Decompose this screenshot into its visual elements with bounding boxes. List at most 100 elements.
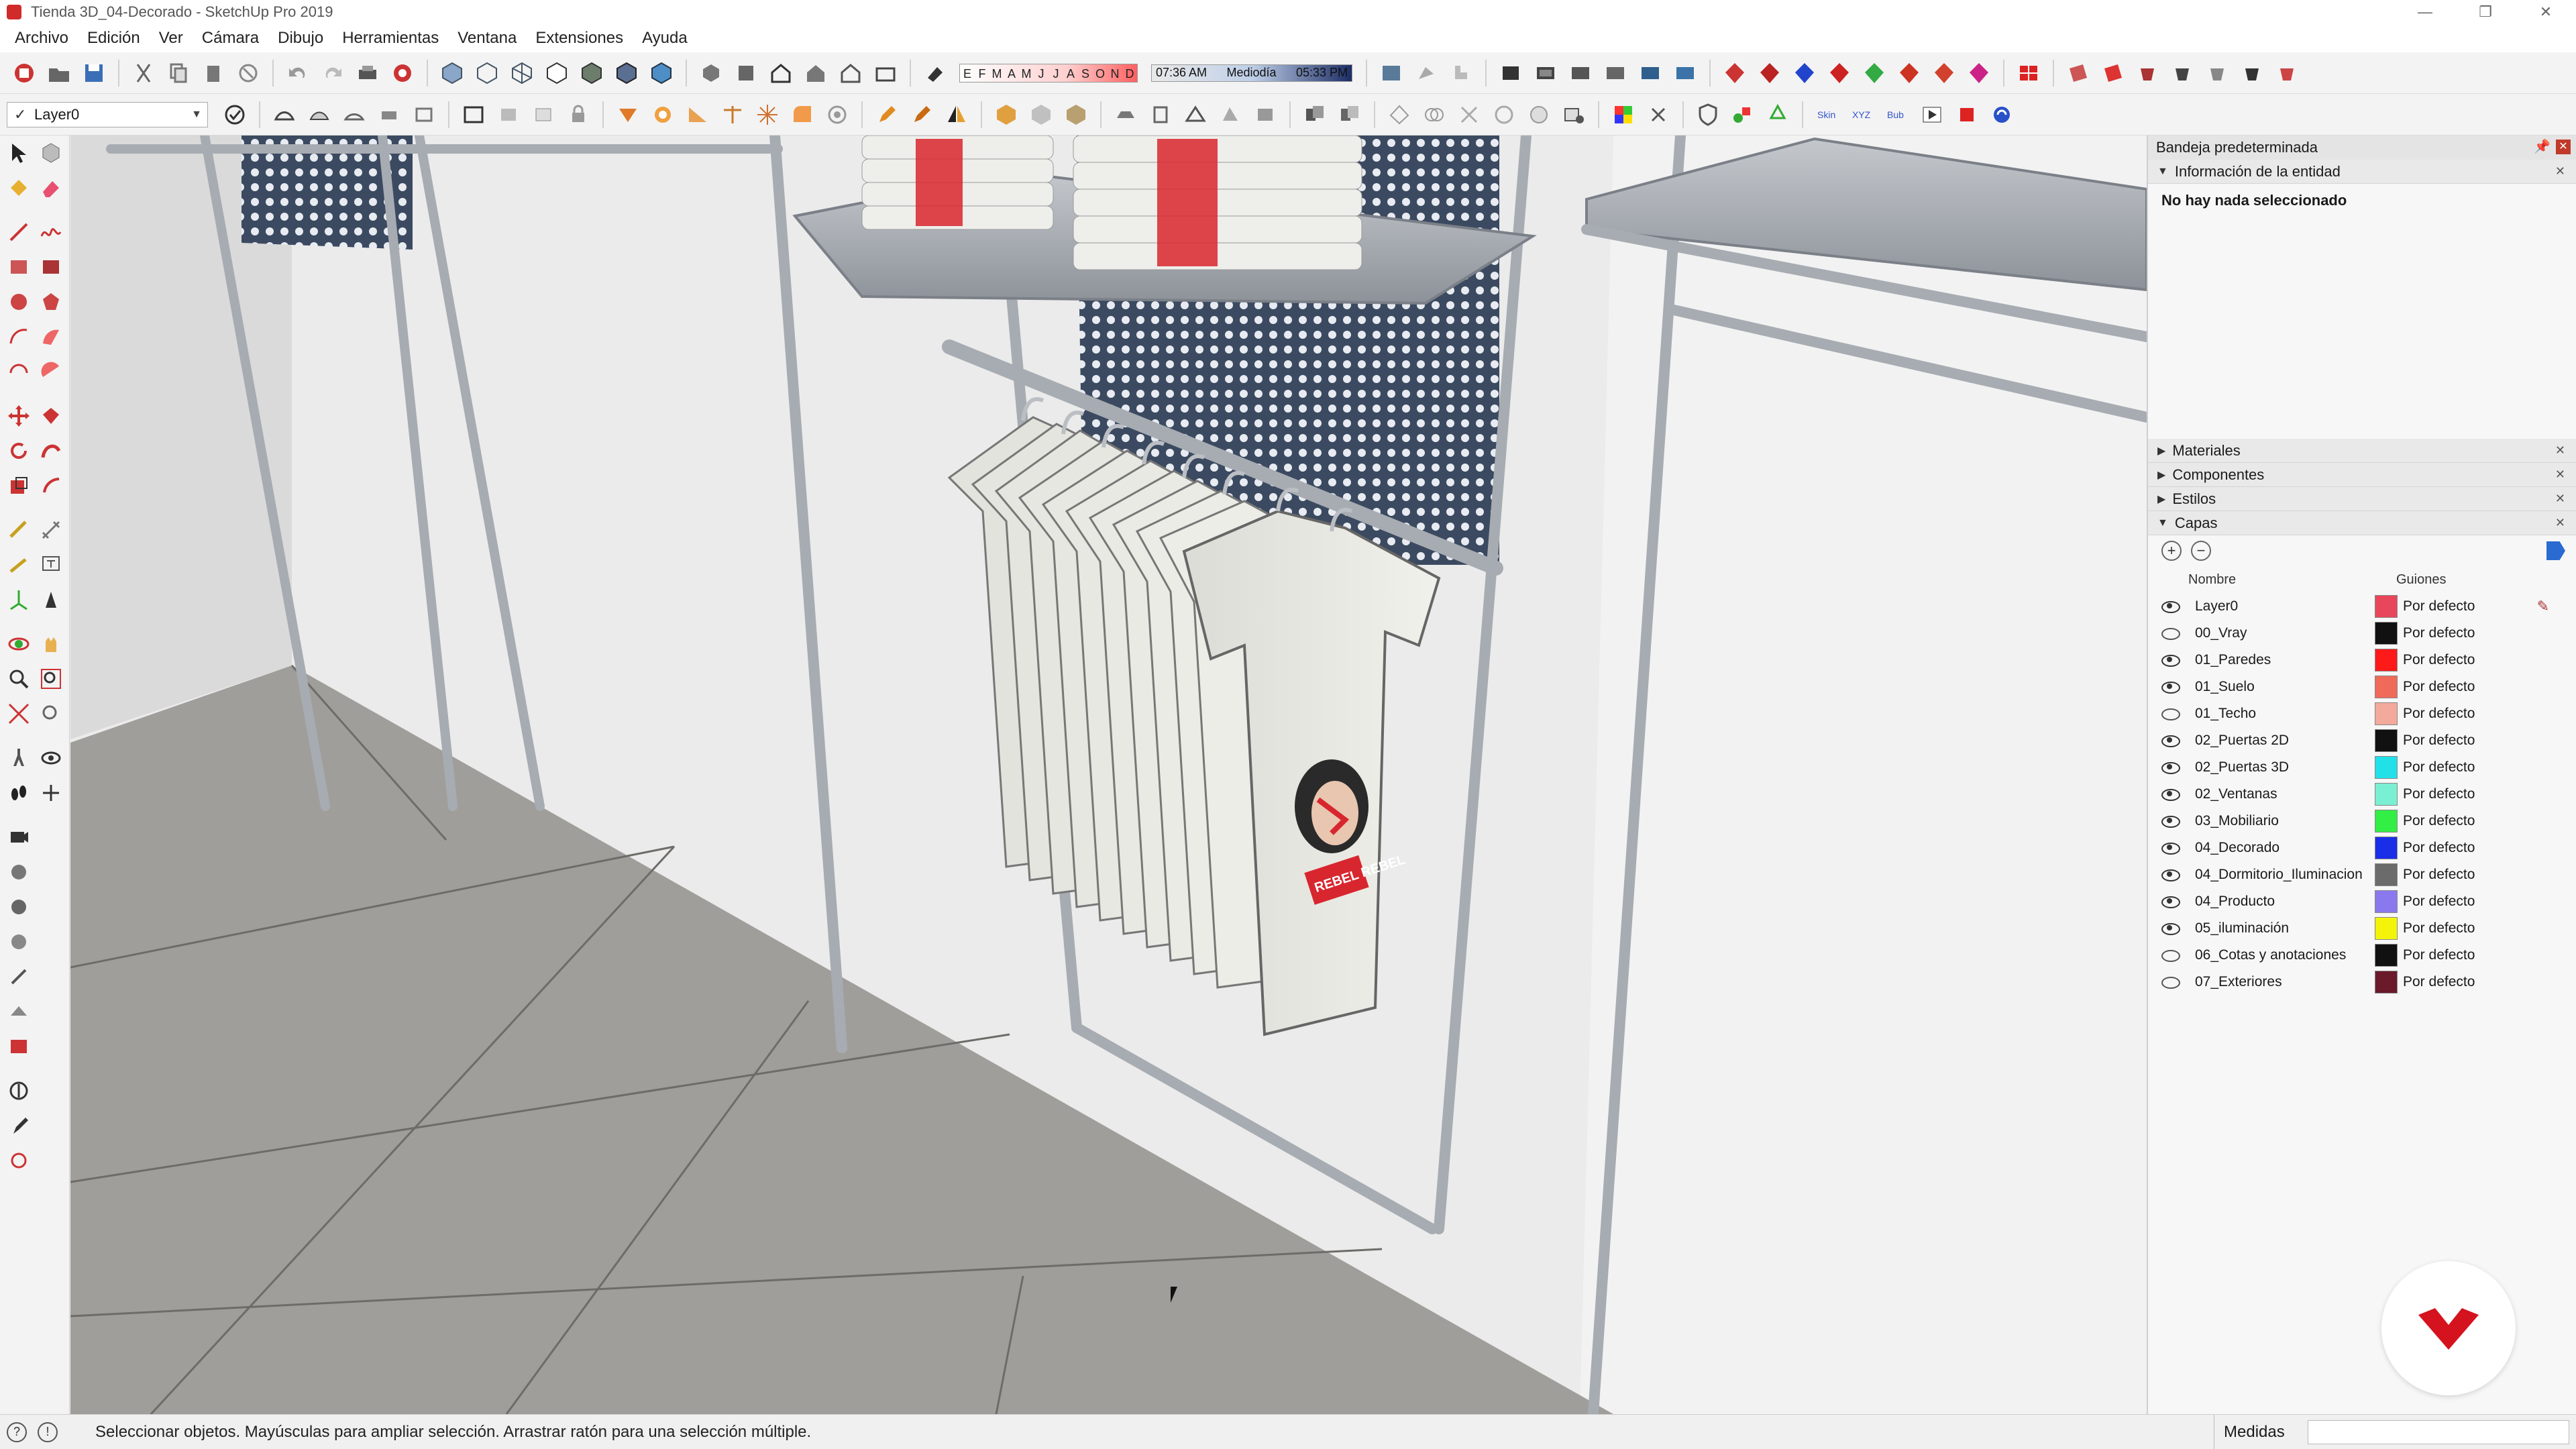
section-fill-icon[interactable] <box>528 99 559 130</box>
section-plane-icon[interactable] <box>1495 58 1526 89</box>
three-point-arc-icon[interactable] <box>4 357 34 386</box>
visibility-eye-icon[interactable] <box>2161 601 2180 613</box>
layer-color-swatch[interactable] <box>2375 944 2398 967</box>
vray-render-icon[interactable] <box>1530 58 1561 89</box>
visibility-eye-icon[interactable] <box>2161 816 2180 828</box>
walk-icon[interactable] <box>4 743 34 773</box>
3d-warehouse-icon[interactable] <box>1376 58 1407 89</box>
play-icon[interactable] <box>1917 99 1947 130</box>
share-model-icon[interactable] <box>1411 58 1442 89</box>
layer-name[interactable]: 02_Ventanas <box>2195 786 2369 802</box>
layer-dropdown[interactable]: ✓ Layer0 ▼ <box>7 101 208 127</box>
layer-row[interactable]: Layer0 Por defecto ✎ <box>2148 593 2576 620</box>
sandbox-drape-icon[interactable] <box>409 99 439 130</box>
vray-mesh-light-icon[interactable] <box>1929 58 1960 89</box>
vray-clipper-icon[interactable] <box>2133 58 2163 89</box>
layer-name[interactable]: 04_Dormitorio_Iluminacion <box>2195 867 2369 883</box>
close-panel-icon[interactable]: ✕ <box>2555 492 2565 506</box>
visibility-eye-icon[interactable] <box>2161 923 2180 935</box>
fredo-solid-icon[interactable] <box>1061 99 1091 130</box>
menu-ayuda[interactable]: Ayuda <box>633 29 697 48</box>
print-icon[interactable] <box>352 58 383 89</box>
erase-icon[interactable] <box>233 58 264 89</box>
layer-row[interactable]: 02_Ventanas Por defecto <box>2148 781 2576 808</box>
visibility-eye-icon[interactable] <box>2161 843 2180 855</box>
layer-color-swatch[interactable] <box>2375 917 2398 940</box>
menu-camara[interactable]: Cámara <box>193 29 268 48</box>
save-icon[interactable] <box>78 58 109 89</box>
move-icon[interactable] <box>4 401 34 431</box>
layer-dash-style[interactable]: Por defecto <box>2403 706 2475 722</box>
layer-color-swatch[interactable] <box>2375 702 2398 725</box>
vray-scatter-icon[interactable] <box>2167 58 2198 89</box>
shaded-icon[interactable] <box>576 58 607 89</box>
layer-dash-style[interactable]: Por defecto <box>2403 813 2475 829</box>
styles-header[interactable]: ▶ Estilos ✕ <box>2148 487 2576 511</box>
rectangle-icon[interactable] <box>4 252 34 282</box>
explode-icon[interactable] <box>752 99 783 130</box>
materials-header[interactable]: ▶ Materiales ✕ <box>2148 439 2576 463</box>
layer-name[interactable]: 00_Vray <box>2195 625 2369 641</box>
push-pull-icon[interactable] <box>36 401 66 431</box>
layer-row[interactable]: 06_Cotas y anotaciones Por defecto <box>2148 942 2576 969</box>
layer-color-swatch[interactable] <box>2375 890 2398 913</box>
3d-text-icon[interactable] <box>36 585 66 614</box>
eraser-icon[interactable] <box>36 173 66 203</box>
layer-dash-style[interactable]: Por defecto <box>2403 733 2475 749</box>
xy-icon[interactable]: XYZ <box>1847 99 1878 130</box>
column-dashes[interactable]: Guiones <box>2396 572 2447 588</box>
entity-info-header[interactable]: ▼ Información de la entidad ✕ <box>2148 160 2576 184</box>
menu-ver[interactable]: Ver <box>150 29 193 48</box>
extension-warehouse-icon[interactable] <box>1446 58 1477 89</box>
layer-name[interactable]: 02_Puertas 2D <box>2195 733 2369 749</box>
protractor-tool-icon[interactable] <box>4 550 34 580</box>
layer-color-swatch[interactable] <box>2375 783 2398 806</box>
visibility-eye-icon[interactable] <box>2161 735 2180 747</box>
add-layer-button[interactable]: + <box>2161 541 2182 561</box>
visibility-eye-icon[interactable] <box>2161 896 2180 908</box>
column-name[interactable]: Nombre <box>2188 572 2396 588</box>
skin-icon[interactable]: Skin <box>1812 99 1843 130</box>
measures-input[interactable] <box>2308 1420 2569 1444</box>
component-options-icon[interactable] <box>219 99 250 130</box>
monochrome-icon[interactable] <box>646 58 677 89</box>
left-view-icon[interactable] <box>870 58 901 89</box>
vray-light-icon[interactable] <box>1719 58 1750 89</box>
layer-row[interactable]: 01_Paredes Por defecto <box>2148 647 2576 674</box>
select-arrow-icon[interactable] <box>4 138 34 168</box>
layer-dash-style[interactable]: Por defecto <box>2403 652 2475 668</box>
orbit-icon[interactable] <box>4 629 34 659</box>
joint-push-pull-icon[interactable] <box>1110 99 1141 130</box>
menu-edicion[interactable]: Edición <box>78 29 150 48</box>
mirror-icon[interactable] <box>941 99 972 130</box>
sandbox-stamp-icon[interactable] <box>374 99 405 130</box>
sphere-icon[interactable] <box>1523 99 1554 130</box>
stop-icon[interactable] <box>1951 99 1982 130</box>
vray-chaos-cloud-icon[interactable] <box>2272 58 2303 89</box>
vray-group-icon[interactable] <box>4 892 34 922</box>
shadows-toggle-icon[interactable] <box>920 58 951 89</box>
rotated-rectangle-icon[interactable] <box>36 252 66 282</box>
vray-asset-editor-icon[interactable] <box>1670 58 1701 89</box>
right-view-icon[interactable] <box>800 58 831 89</box>
two-point-arc-icon[interactable] <box>36 322 66 352</box>
layer-dash-style[interactable]: Por defecto <box>2403 598 2475 614</box>
vray-material-icon[interactable] <box>4 927 34 957</box>
layer-row[interactable]: 02_Puertas 3D Por defecto <box>2148 754 2576 781</box>
vray-mesh-export-icon[interactable] <box>2063 58 2094 89</box>
layer-name[interactable]: 01_Techo <box>2195 706 2369 722</box>
vray-camera-icon[interactable] <box>4 822 34 852</box>
top-view-icon[interactable] <box>731 58 761 89</box>
layer-color-swatch[interactable] <box>2375 729 2398 752</box>
freehand-icon[interactable] <box>36 217 66 247</box>
dimension-icon[interactable] <box>36 515 66 545</box>
section-cut-icon[interactable] <box>458 99 489 130</box>
zoom-window-icon[interactable] <box>36 664 66 694</box>
previous-view-icon[interactable] <box>36 699 66 729</box>
visibility-eye-icon[interactable] <box>2161 655 2180 667</box>
shield-icon[interactable] <box>1693 99 1723 130</box>
layer-name[interactable]: 01_Suelo <box>2195 679 2369 695</box>
sandbox-contours-icon[interactable] <box>269 99 300 130</box>
hidden-line-icon[interactable] <box>541 58 572 89</box>
details-arrow-icon[interactable] <box>2546 541 2565 560</box>
